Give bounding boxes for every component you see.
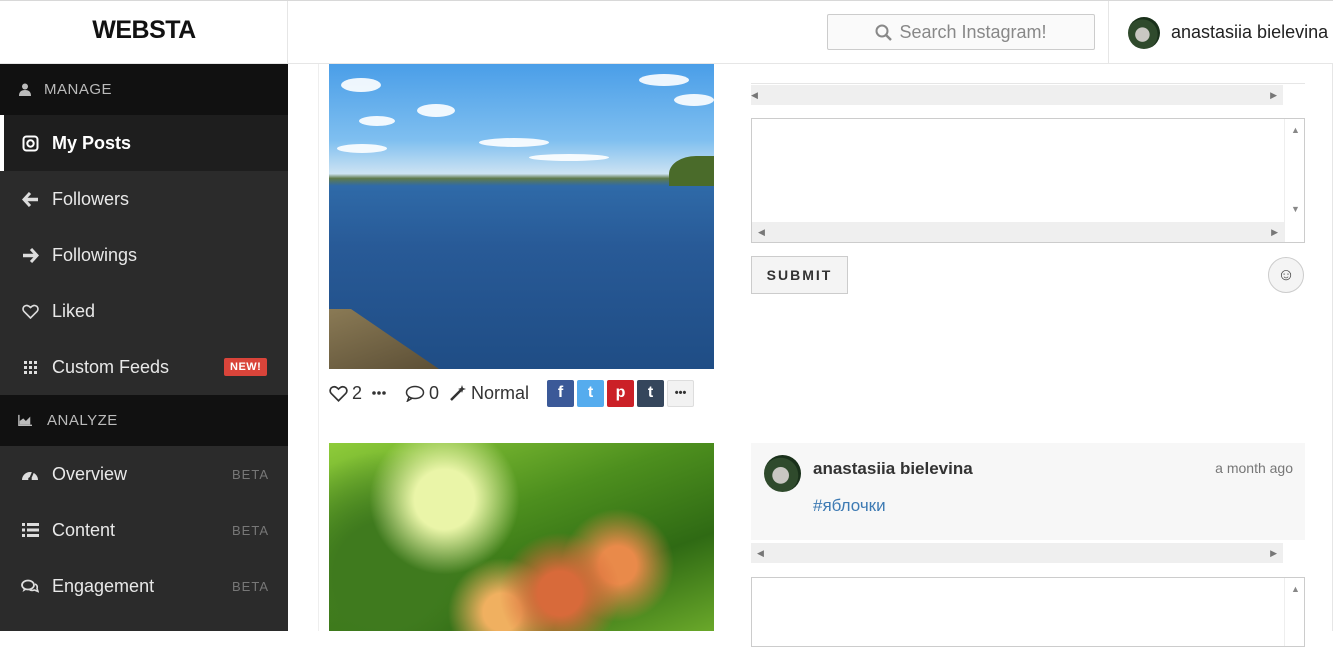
ellipsis-icon (372, 391, 386, 395)
vertical-scrollbar[interactable]: ▲ (1284, 578, 1304, 646)
sidebar-item-overview[interactable]: Overview BETA (0, 446, 288, 502)
comment-item: anastasiia bielevina a month ago #яблочк… (751, 443, 1305, 540)
beta-badge: BETA (232, 579, 269, 594)
user-name[interactable]: anastasiia bielevina (1171, 22, 1328, 43)
emoji-button[interactable]: ☺ (1268, 257, 1304, 293)
share-pinterest-button[interactable]: p (607, 379, 635, 407)
arrow-right-icon (20, 247, 40, 263)
sidebar-item-label: Liked (52, 300, 96, 321)
beta-badge: BETA (232, 467, 269, 482)
beta-badge: BETA (232, 523, 269, 538)
comments-list-bottom (751, 64, 1305, 84)
magic-wand-icon (450, 385, 467, 401)
comments-icon (20, 579, 40, 594)
like-button[interactable]: 2 (329, 383, 362, 404)
sidebar-item-label: Followings (52, 244, 138, 265)
sidebar-item-label: Content (52, 519, 116, 540)
sidebar-item-label: Custom Feeds (52, 356, 170, 377)
top-bar: WEBSTA Search Instagram! anastasiia biel… (0, 0, 1333, 65)
avatar[interactable] (764, 455, 801, 492)
share-facebook-button[interactable]: f (547, 379, 575, 407)
app-logo[interactable]: WEBSTA (0, 16, 288, 45)
pinterest-icon: p (615, 384, 626, 401)
column-divider (318, 64, 319, 631)
search-icon (875, 24, 893, 41)
filter-label: Normal (449, 383, 529, 404)
horizontal-scrollbar[interactable]: ◀ ▶ (751, 543, 1283, 563)
like-count: 2 (352, 382, 363, 403)
heart-icon (329, 385, 348, 402)
vertical-scrollbar[interactable]: ▲ ▼ (1284, 119, 1304, 242)
likers-more-button[interactable] (372, 391, 390, 395)
sidebar-item-label: Engagement (52, 575, 155, 596)
grid-icon (20, 360, 40, 374)
share-twitter-button[interactable]: t (577, 379, 605, 407)
sidebar-item-content[interactable]: Content BETA (0, 502, 288, 558)
dashboard-icon (20, 467, 40, 482)
avatar[interactable] (1128, 17, 1160, 49)
sidebar-item-engagement[interactable]: Engagement BETA (0, 558, 288, 614)
search-placeholder: Search Instagram! (899, 21, 1047, 42)
arrow-left-icon (20, 191, 40, 207)
filter-name: Normal (471, 382, 530, 403)
section-analyze: ANALYZE (0, 395, 288, 446)
post-photo[interactable] (329, 443, 714, 631)
logo-cell: WEBSTA (0, 1, 288, 65)
user-icon (18, 83, 32, 97)
hashtag-link[interactable]: #яблочки (813, 496, 886, 516)
user-menu[interactable]: anastasiia bielevina (1108, 1, 1333, 65)
section-analyze-label: ANALYZE (47, 412, 118, 429)
twitter-icon: t (587, 384, 594, 401)
heart-icon (20, 304, 40, 319)
sidebar-item-followings[interactable]: Followings (0, 227, 288, 283)
post-actions: 2 0 Normal f t p t ••• (329, 376, 714, 410)
ellipsis-icon: ••• (674, 387, 687, 399)
horizontal-scrollbar[interactable]: ◀ ▶ (752, 222, 1284, 242)
comment-textarea[interactable]: ▲ (751, 577, 1305, 647)
share-more-button[interactable]: ••• (667, 379, 695, 407)
smiley-icon: ☺ (1277, 265, 1295, 284)
sidebar-item-custom-feeds[interactable]: Custom Feeds NEW! (0, 339, 288, 395)
sidebar-item-followers[interactable]: Followers (0, 171, 288, 227)
new-badge: NEW! (224, 358, 268, 376)
comment-author[interactable]: anastasiia bielevina (813, 459, 973, 479)
sidebar-item-liked[interactable]: Liked (0, 283, 288, 339)
comment-icon (405, 385, 425, 402)
sidebar-item-label: Followers (52, 188, 130, 209)
search-input[interactable]: Search Instagram! (827, 14, 1095, 50)
sidebar: MANAGE My Posts Followers Followings Lik… (0, 64, 288, 631)
sidebar-item-label: Overview (52, 463, 128, 484)
main-feed: 2 0 Normal f t p t ••• ◀ ▶ ▲ ▼ ◀ ▶ SUBMIT ☺ (288, 64, 1333, 647)
facebook-icon: f (557, 384, 564, 401)
tumblr-icon: t (647, 384, 654, 401)
comment-count: 0 (429, 382, 440, 403)
area-chart-icon (18, 414, 32, 428)
submit-button[interactable]: SUBMIT (751, 256, 848, 294)
share-tumblr-button[interactable]: t (637, 379, 665, 407)
list-icon (20, 523, 40, 537)
post-photo[interactable] (329, 64, 714, 369)
horizontal-scrollbar[interactable]: ◀ ▶ (751, 85, 1283, 105)
comment-button[interactable]: 0 (405, 383, 439, 404)
sidebar-item-label: My Posts (52, 132, 132, 153)
instagram-icon (20, 135, 40, 152)
comment-time: a month ago (1215, 460, 1293, 476)
comment-textarea[interactable]: ▲ ▼ ◀ ▶ (751, 118, 1305, 243)
sidebar-item-my-posts[interactable]: My Posts (0, 115, 288, 171)
section-manage: MANAGE (0, 64, 288, 115)
section-manage-label: MANAGE (44, 81, 113, 98)
